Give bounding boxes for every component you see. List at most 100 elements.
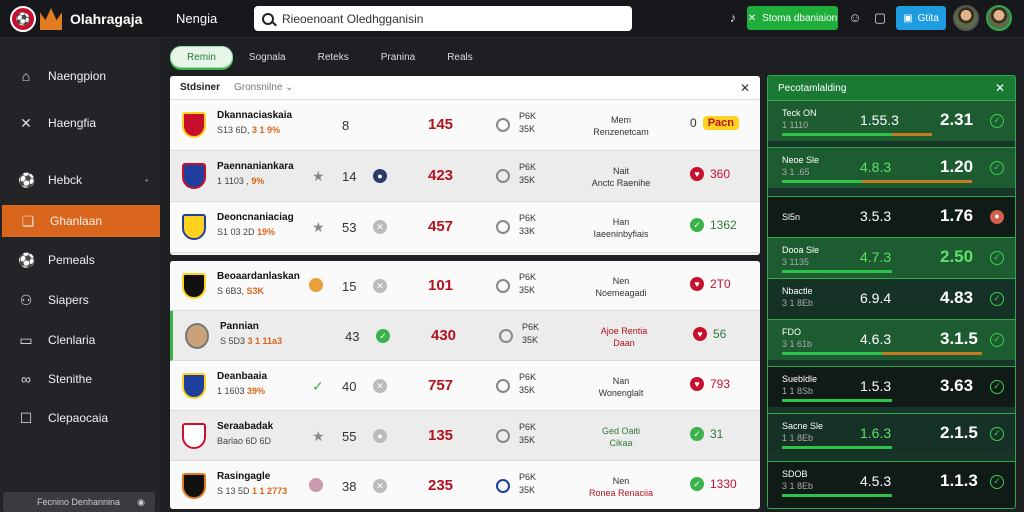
bet-icon[interactable] bbox=[496, 279, 510, 293]
sidebar-item-label: Naengpion bbox=[48, 69, 107, 83]
odds-row[interactable]: Suebldle 1 1 8Sb 1.5.3 3.63 ✓ bbox=[768, 366, 1015, 407]
sidebar-item-5[interactable]: ⚇ Siapers bbox=[0, 284, 160, 316]
panel-title: Stdsiner bbox=[180, 82, 221, 93]
avatar-secondary[interactable] bbox=[986, 5, 1012, 31]
avatar[interactable] bbox=[953, 5, 979, 31]
chat-icon[interactable]: ▢ bbox=[871, 9, 889, 27]
odds-row[interactable]: Sacne Sle 1 1 8Eb 1.6.3 2.1.5 ✓ bbox=[768, 413, 1015, 454]
close-icon[interactable]: ✕ bbox=[995, 81, 1005, 95]
odds-row[interactable]: Dooa Sle 3 1135 4.7.3 2.50 ✓ bbox=[768, 237, 1015, 278]
close-icon[interactable]: ✕ bbox=[740, 81, 750, 95]
sidebar-item-1[interactable]: ✕ Haengfia bbox=[0, 107, 160, 139]
green-action-button[interactable]: ✕ Stoma dbaniaion bbox=[747, 6, 838, 30]
team-meta-b: 3 1 9% bbox=[252, 125, 281, 135]
match-stat[interactable]: ✓ 31 bbox=[690, 427, 723, 441]
check-icon[interactable]: ✓ bbox=[990, 292, 1004, 306]
sidebar-item-3[interactable]: ❏ Ghanlaan bbox=[2, 205, 160, 237]
match-stat[interactable]: ♥ 793 bbox=[690, 377, 730, 391]
sidebar-item-4[interactable]: ⚽ Pemeals bbox=[0, 244, 160, 276]
cross-icon: ✕ bbox=[20, 115, 32, 131]
sidebar-item-6[interactable]: ▭ Clenlaria bbox=[0, 324, 160, 356]
smile-icon[interactable]: ☺ bbox=[846, 9, 864, 27]
star-icon[interactable]: ★ bbox=[312, 219, 325, 236]
link-icon: ∞ bbox=[21, 371, 31, 387]
bet-icon[interactable] bbox=[496, 169, 510, 183]
table-row[interactable]: Paennaniankara 1 1103 , 9% ★ 14 ● 423 P6… bbox=[170, 151, 760, 202]
close-icon[interactable]: ✕ bbox=[373, 479, 387, 493]
match-stat[interactable]: ✓ 1362 bbox=[690, 218, 737, 232]
tab-4[interactable]: Reals bbox=[431, 46, 489, 68]
bet-icon[interactable] bbox=[496, 220, 510, 234]
dot-indicator: • bbox=[145, 175, 148, 185]
stat-value: 38 bbox=[342, 479, 357, 494]
table-row[interactable]: Pannian S 5D3 3 1 11a3 43 ✓ 430 P6K 35K A… bbox=[170, 311, 760, 361]
table-row[interactable]: Deoncnaniaciag S1 03 2D 19% ★ 53 ✕ 457 P… bbox=[170, 202, 760, 253]
search-input[interactable]: Rieoenoant Oledhgganisin bbox=[254, 6, 632, 31]
bet-icon[interactable] bbox=[496, 118, 510, 132]
tab-bar: Remin Sognala Reteks Pranina Reals bbox=[170, 46, 489, 68]
note-line2: Anctc Raenihe bbox=[591, 177, 651, 188]
close-icon[interactable]: ✕ bbox=[373, 379, 387, 393]
star-icon[interactable]: ★ bbox=[312, 428, 325, 445]
check-icon[interactable]: ✓ bbox=[990, 333, 1004, 347]
check-icon[interactable]: ✓ bbox=[990, 114, 1004, 128]
match-stat[interactable]: 0 Pacn bbox=[690, 116, 739, 130]
odds-sub: 1 1 8Eb bbox=[782, 433, 814, 443]
team-name: Dkannaciaskaia bbox=[217, 110, 293, 121]
odds-row[interactable]: Teck ON 1 1110 1.55.3 2.31 ✓ bbox=[768, 100, 1015, 141]
bet-icon[interactable] bbox=[499, 329, 513, 343]
home-icon: ⌂ bbox=[21, 68, 31, 84]
odds-row[interactable]: Neoe Sle 3 1 .65 4.8.3 1.20 ✓ bbox=[768, 147, 1015, 188]
team-name: Deoncnaniaciag bbox=[217, 212, 294, 223]
sidebar-item-8[interactable]: ☐ Clepaocaia bbox=[0, 402, 160, 434]
match-stat[interactable]: ♥ 56 bbox=[693, 327, 726, 341]
table-row[interactable]: Seraabadak Barlao 6D 6D ★ 55 ● 135 P6K 35… bbox=[170, 411, 760, 461]
bet-icon[interactable] bbox=[496, 379, 510, 393]
table-row[interactable]: Dkannaciaskaia S13 6D, 3 1 9% 8 145 P6K 3… bbox=[170, 100, 760, 151]
blue-action-button[interactable]: ▣ Gtita bbox=[896, 6, 946, 30]
close-icon[interactable]: ✕ bbox=[373, 279, 387, 293]
odds-row[interactable]: Sl5n 3.5.3 1.76 ● bbox=[768, 196, 1015, 237]
bell-icon[interactable]: ♪ bbox=[724, 9, 742, 27]
check-icon[interactable]: ✓ bbox=[990, 475, 1004, 489]
sidebar-footer[interactable]: Fecnino Denhannina ◉ bbox=[3, 492, 155, 512]
table-row[interactable]: Rasingagle S 13 5D 1 1 2773 38 ✕ 235 P6K… bbox=[170, 461, 760, 509]
table-row[interactable]: Deanbaaia 1 1603 39% ✓ 40 ✕ 757 P6K 35K N… bbox=[170, 361, 760, 411]
close-icon[interactable]: ✕ bbox=[373, 220, 387, 234]
tab-2[interactable]: Reteks bbox=[302, 46, 365, 68]
check-icon[interactable]: ✓ bbox=[990, 251, 1004, 265]
tab-1[interactable]: Sognala bbox=[233, 46, 302, 68]
odds-top: P6K bbox=[519, 162, 537, 172]
match-stat[interactable]: ✓ 1330 bbox=[690, 477, 737, 491]
odds-row[interactable]: FDO 3 1 61b 4.6.3 3.1.5 ✓ bbox=[768, 319, 1015, 360]
star-icon[interactable]: ★ bbox=[312, 168, 325, 185]
odds-row[interactable]: SDOB 3 1 8Eb 4.5.3 1.1.3 ✓ bbox=[768, 461, 1015, 508]
odds-top: P6K bbox=[519, 272, 537, 282]
sidebar-item-7[interactable]: ∞ Stenithe bbox=[0, 363, 160, 395]
tab-0[interactable]: Remin bbox=[170, 46, 233, 68]
team-crest-icon bbox=[182, 112, 206, 138]
team-crest-icon bbox=[182, 473, 206, 499]
table-row[interactable]: Beoaardanlaskan S 6B3, S3K 15 ✕ 101 P6K 3… bbox=[170, 261, 760, 311]
sidebar-item-0[interactable]: ⌂ Naengpion bbox=[0, 60, 160, 92]
check-icon[interactable]: ✓ bbox=[990, 380, 1004, 394]
sidebar-item-label: Pemeals bbox=[48, 253, 95, 267]
check-icon[interactable]: ✓ bbox=[990, 427, 1004, 441]
panel-select[interactable]: Gronsnilne ⌄ bbox=[234, 82, 294, 93]
bet-icon[interactable] bbox=[496, 429, 510, 443]
check-icon[interactable]: ✓ bbox=[990, 161, 1004, 175]
tab-3[interactable]: Pranina bbox=[365, 46, 431, 68]
sidebar-item-2[interactable]: ⚽ Hebck • bbox=[0, 164, 160, 196]
odds-row[interactable]: Nbactle 3 1 8Eb 6.9.4 4.83 ✓ bbox=[768, 278, 1015, 319]
check-icon[interactable]: ✓ bbox=[312, 378, 324, 395]
nav-link[interactable]: Nengia bbox=[176, 11, 217, 26]
match-note: Han Iaeeninbyfiais bbox=[566, 202, 676, 253]
stat-count: 793 bbox=[710, 377, 731, 391]
match-stat[interactable]: ♥ 2T0 bbox=[690, 277, 731, 291]
bet-icon[interactable] bbox=[496, 479, 510, 493]
match-stat[interactable]: ♥ 360 bbox=[690, 167, 730, 181]
heart-icon: ♥ bbox=[690, 277, 704, 291]
match-note: Nen Ronea Renaciia bbox=[566, 461, 676, 509]
alert-icon[interactable]: ● bbox=[990, 210, 1004, 224]
brand-logo[interactable]: ⚽ Olahragaja bbox=[10, 6, 142, 32]
